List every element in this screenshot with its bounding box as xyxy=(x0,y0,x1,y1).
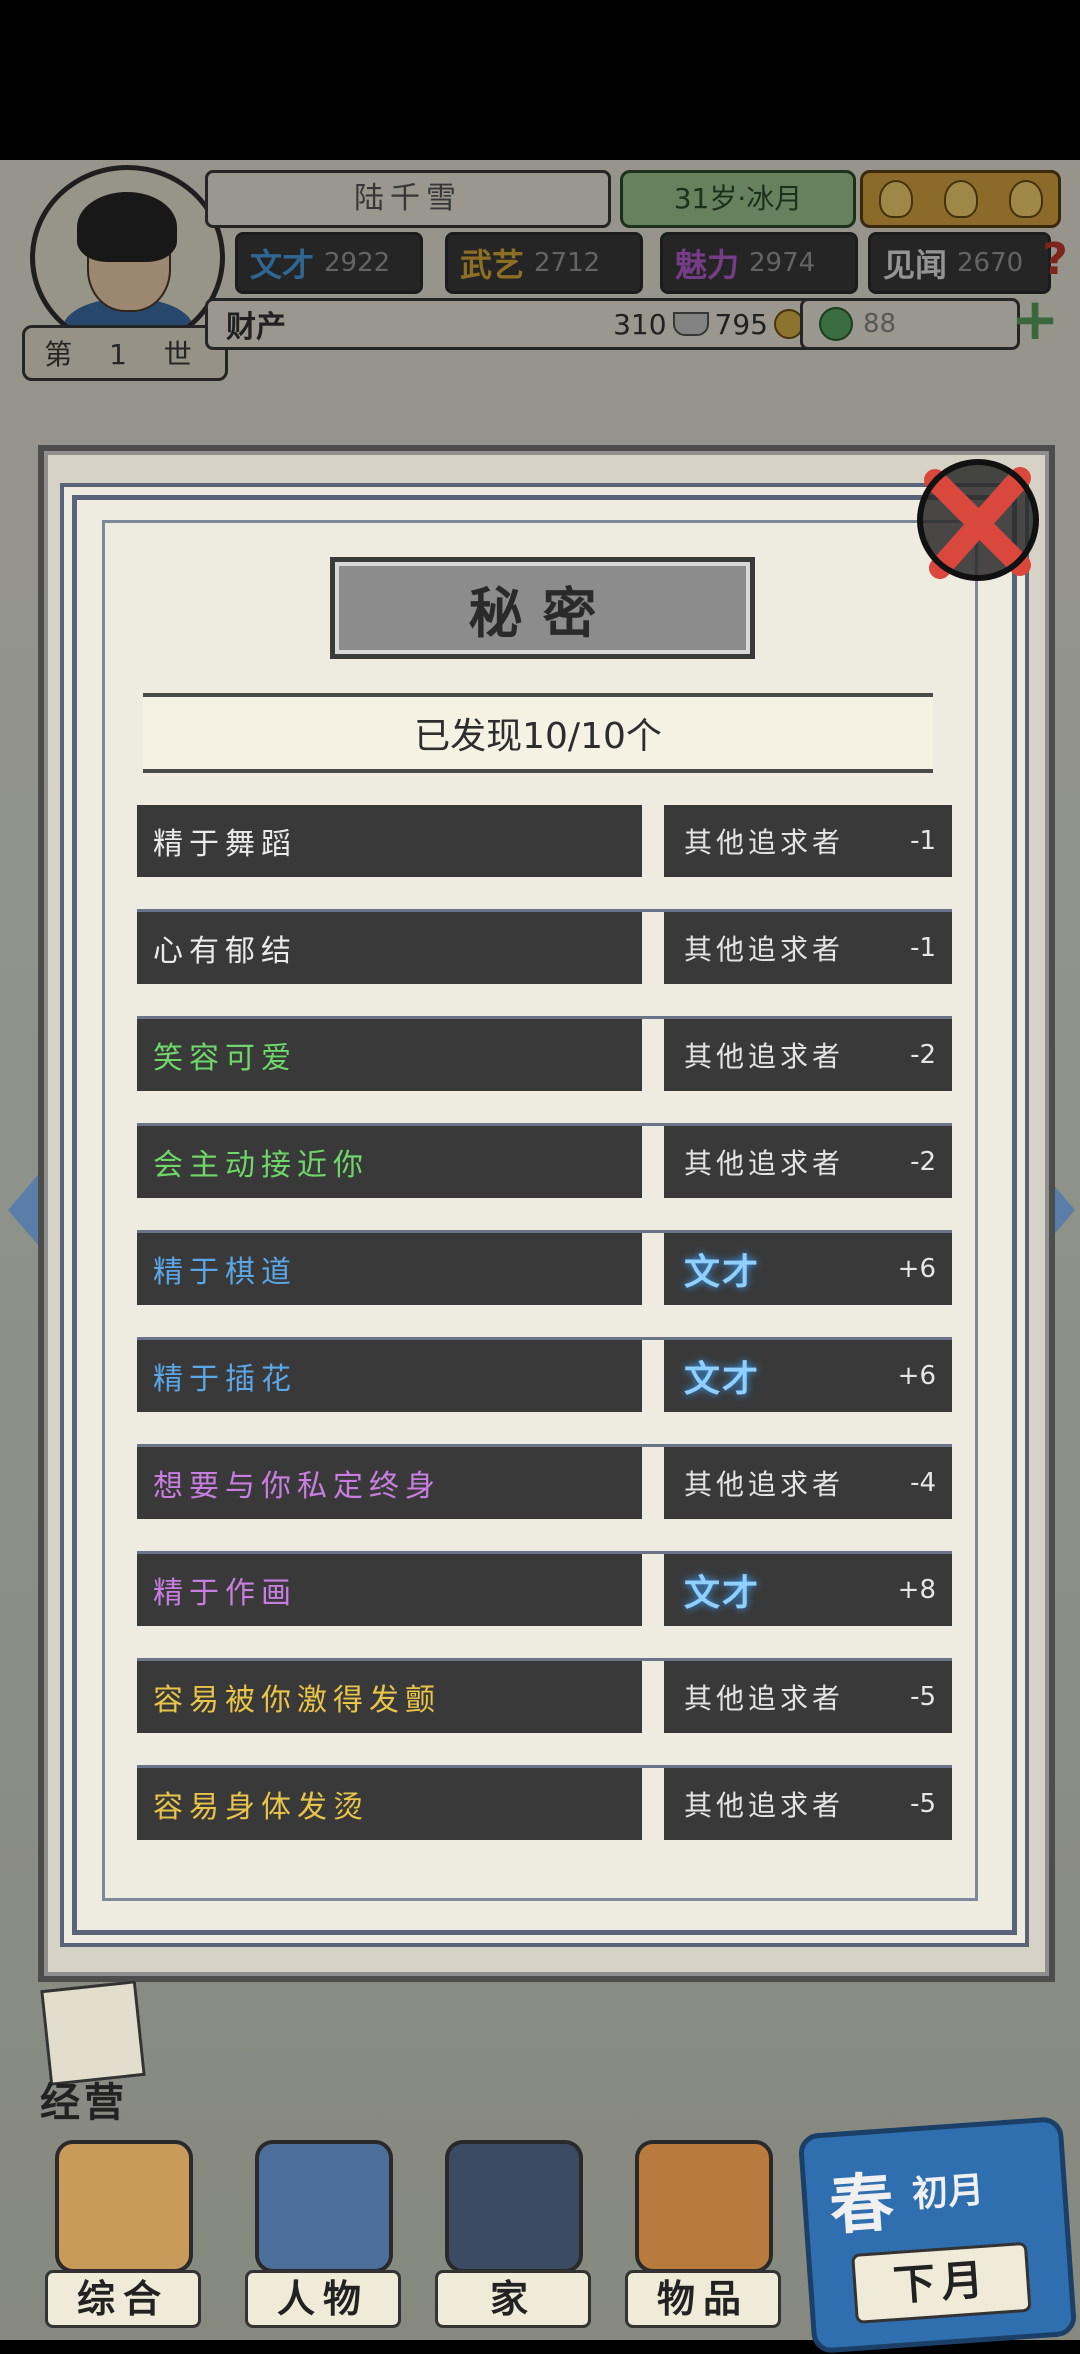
close-icon[interactable] xyxy=(900,450,1050,590)
nav-home[interactable]: 家 xyxy=(425,2130,595,2330)
secret-effect: 文才 +6 xyxy=(664,1340,952,1412)
secret-row: 笑容可爱 其他追求者 -2 xyxy=(137,1019,952,1126)
effect-value: +6 xyxy=(897,1254,936,1284)
secret-trait: 想要与你私定终身 xyxy=(137,1447,642,1519)
effect-target: 文才 xyxy=(684,1573,761,1614)
secret-effect: 其他追求者 -1 xyxy=(664,805,952,877)
house-icon xyxy=(445,2140,583,2273)
secret-row: 会主动接近你 其他追求者 -2 xyxy=(137,1126,952,1233)
secret-trait: 会主动接近你 xyxy=(137,1126,642,1198)
secret-row: 精于舞蹈 其他追求者 -1 xyxy=(137,805,952,912)
nav-characters[interactable]: 人物 xyxy=(235,2130,405,2330)
effect-value: -2 xyxy=(910,1147,936,1177)
effect-value: -1 xyxy=(910,933,936,963)
secret-trait: 精于棋道 xyxy=(137,1233,642,1305)
season-label: 春 xyxy=(827,2166,897,2245)
secret-trait: 容易身体发烫 xyxy=(137,1768,642,1840)
manage-button[interactable]: 经营 xyxy=(40,2070,128,2128)
effect-value: -1 xyxy=(910,826,936,856)
effect-value: +6 xyxy=(897,1361,936,1391)
season-panel: 春 初月 下月 xyxy=(797,2116,1078,2354)
secret-trait: 精于舞蹈 xyxy=(137,805,642,877)
month-label: 初月 xyxy=(910,2169,986,2216)
secret-effect: 其他追求者 -4 xyxy=(664,1447,952,1519)
nav-label: 综合 xyxy=(45,2270,201,2328)
secret-effect: 其他追求者 -2 xyxy=(664,1019,952,1091)
secret-effect: 其他追求者 -2 xyxy=(664,1126,952,1198)
effect-target: 其他追求者 xyxy=(684,1468,845,1501)
effect-target: 其他追求者 xyxy=(684,826,845,859)
status-bar-area xyxy=(0,0,1080,160)
effect-target: 文才 xyxy=(684,1252,761,1293)
secret-effect: 其他追求者 -1 xyxy=(664,912,952,984)
effect-value: +8 xyxy=(897,1575,936,1605)
character-portrait-icon xyxy=(255,2140,393,2273)
secret-row: 精于插花 文才 +6 xyxy=(137,1340,952,1447)
secret-effect: 其他追求者 -5 xyxy=(664,1661,952,1733)
secret-trait: 精于作画 xyxy=(137,1554,642,1626)
secrets-list: 精于舞蹈 其他追求者 -1 心有郁结 其他追求者 -1 笑容可爱 其他追求者 -2 会主动接近你其… xyxy=(137,805,952,1872)
next-month-button[interactable]: 下月 xyxy=(851,2241,1032,2324)
secret-trait: 笑容可爱 xyxy=(137,1019,642,1091)
effect-value: -5 xyxy=(910,1682,936,1712)
secret-row: 容易被你激得发颤 其他追求者 -5 xyxy=(137,1661,952,1768)
general-chest-icon xyxy=(55,2140,193,2273)
effect-target: 其他追求者 xyxy=(684,1040,845,1073)
effect-target: 其他追求者 xyxy=(684,1682,845,1715)
secret-row: 容易身体发烫 其他追求者 -5 xyxy=(137,1768,952,1872)
effect-target: 其他追求者 xyxy=(684,1147,845,1180)
secret-effect: 文才 +8 xyxy=(664,1554,952,1626)
nav-label: 物品 xyxy=(625,2270,781,2328)
effect-target: 其他追求者 xyxy=(684,933,845,966)
secret-trait: 精于插花 xyxy=(137,1340,642,1412)
effect-value: -4 xyxy=(910,1468,936,1498)
nav-general[interactable]: 综合 xyxy=(35,2130,205,2330)
nav-items[interactable]: 物品 xyxy=(615,2130,785,2330)
effect-value: -2 xyxy=(910,1040,936,1070)
modal-title: 秘密 xyxy=(330,557,755,659)
secret-row: 想要与你私定终身 其他追求者 -4 xyxy=(137,1447,952,1554)
effect-value: -5 xyxy=(910,1789,936,1819)
effect-target: 文才 xyxy=(684,1359,761,1400)
secret-trait: 容易被你激得发颤 xyxy=(137,1661,642,1733)
secret-row: 心有郁结 其他追求者 -1 xyxy=(137,912,952,1019)
secret-effect: 其他追求者 -5 xyxy=(664,1768,952,1840)
effect-target: 其他追求者 xyxy=(684,1789,845,1822)
discovered-count-banner: 已发现10/10个 xyxy=(143,693,933,773)
secret-row: 精于棋道 文才 +6 xyxy=(137,1233,952,1340)
nav-label: 家 xyxy=(435,2270,591,2328)
secret-row: 精于作画 文才 +8 xyxy=(137,1554,952,1661)
secret-trait: 心有郁结 xyxy=(137,912,642,984)
secret-effect: 文才 +6 xyxy=(664,1233,952,1305)
nav-label: 人物 xyxy=(245,2270,401,2328)
items-scroll-icon xyxy=(635,2140,773,2273)
